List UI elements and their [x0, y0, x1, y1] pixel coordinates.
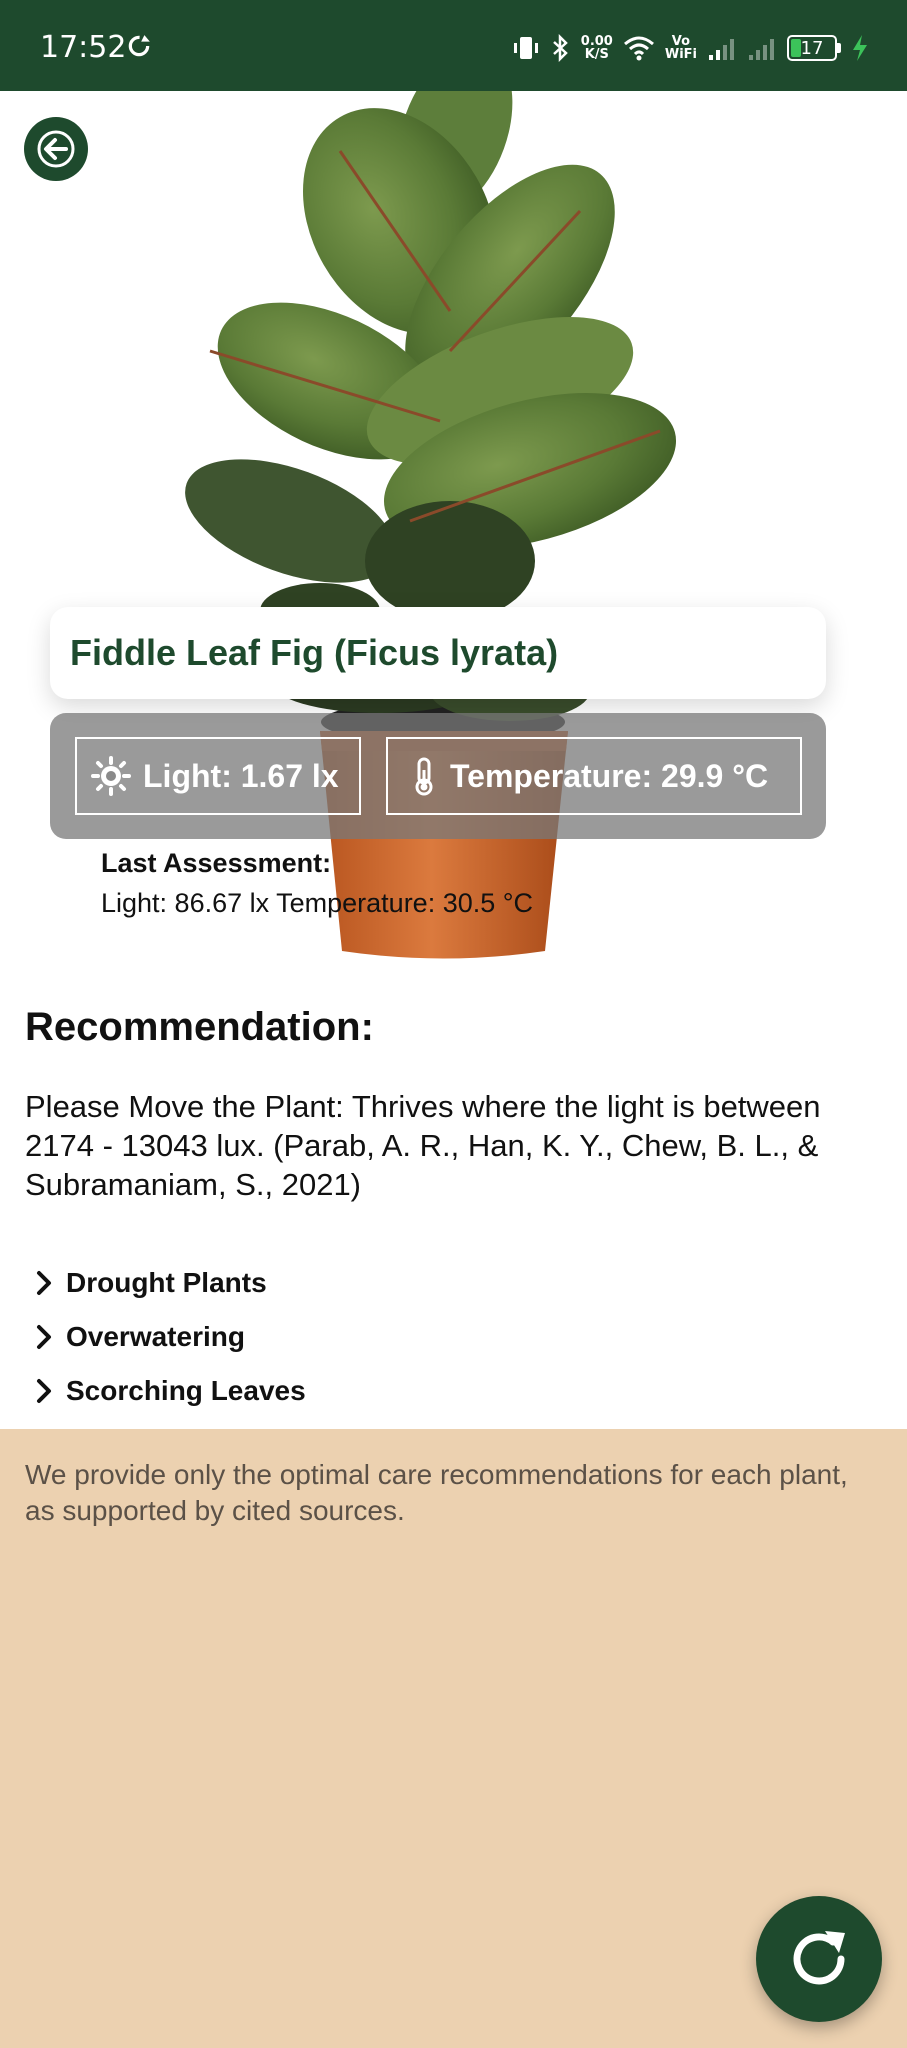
battery-level: 17 [800, 37, 824, 59]
vowifi-indicator: Vo WiFi [665, 35, 697, 61]
chevron-right-icon [37, 1271, 51, 1295]
light-reading-chip: Light: 1.67 lx [75, 737, 361, 815]
chevron-right-icon [37, 1325, 51, 1349]
status-bar: 17:52 0.00 K/S Vo WiFi 17 [0, 0, 907, 91]
temperature-reading: Temperature: 29.9 °C [450, 757, 769, 794]
refresh-button[interactable] [756, 1896, 882, 2022]
net-speed: 0.00 K/S [581, 35, 613, 61]
battery-tip [837, 43, 841, 53]
status-time: 17:52 [40, 30, 127, 65]
battery-icon: 17 [787, 35, 837, 61]
sun-icon [91, 756, 131, 796]
back-button[interactable] [24, 117, 88, 181]
signal-icon [709, 39, 734, 60]
vowifi-bottom: WiFi [664, 47, 697, 62]
charging-icon [853, 35, 867, 61]
bluetooth-icon [552, 34, 568, 62]
chevron-right-icon [37, 1379, 51, 1403]
sync-icon [128, 35, 150, 57]
thermometer-icon [410, 756, 438, 796]
refresh-icon [793, 1931, 845, 1985]
current-readings-panel: Light: 1.67 lx Temperature: 29.9 °C [50, 713, 826, 839]
net-speed-unit: K/S [584, 47, 609, 62]
signal-icon [749, 39, 774, 60]
status-icons: 0.00 K/S Vo WiFi 17 [511, 28, 869, 68]
care-item-overwatering[interactable]: Overwatering [30, 1310, 306, 1364]
care-item-label: Overwatering [66, 1321, 245, 1352]
care-topics-list: Drought Plants Overwatering Scorching Le… [30, 1256, 306, 1418]
wifi-icon [623, 36, 654, 61]
care-item-label: Scorching Leaves [66, 1375, 306, 1406]
care-item-label: Drought Plants [66, 1267, 267, 1298]
last-assessment-title: Last Assessment: [101, 848, 332, 878]
temperature-reading-chip: Temperature: 29.9 °C [386, 737, 802, 815]
plant-name: Fiddle Leaf Fig (Ficus lyrata) [70, 632, 559, 673]
plant-name-card: Fiddle Leaf Fig (Ficus lyrata) [50, 607, 826, 699]
light-reading: Light: 1.67 lx [143, 757, 339, 794]
arrow-left-icon [37, 130, 75, 168]
care-item-drought-plants[interactable]: Drought Plants [30, 1256, 306, 1310]
footer-note: We provide only the optimal care recomme… [25, 1459, 848, 1526]
last-assessment-values: Light: 86.67 lx Temperature: 30.5 °C [101, 888, 534, 918]
recommendation-text: Please Move the Plant: Thrives where the… [25, 1089, 821, 1202]
plant-photo [185, 91, 677, 959]
vibrate-icon [513, 37, 538, 59]
care-item-scorching-leaves[interactable]: Scorching Leaves [30, 1364, 306, 1418]
recommendation-heading: Recommendation: [25, 1005, 374, 1049]
